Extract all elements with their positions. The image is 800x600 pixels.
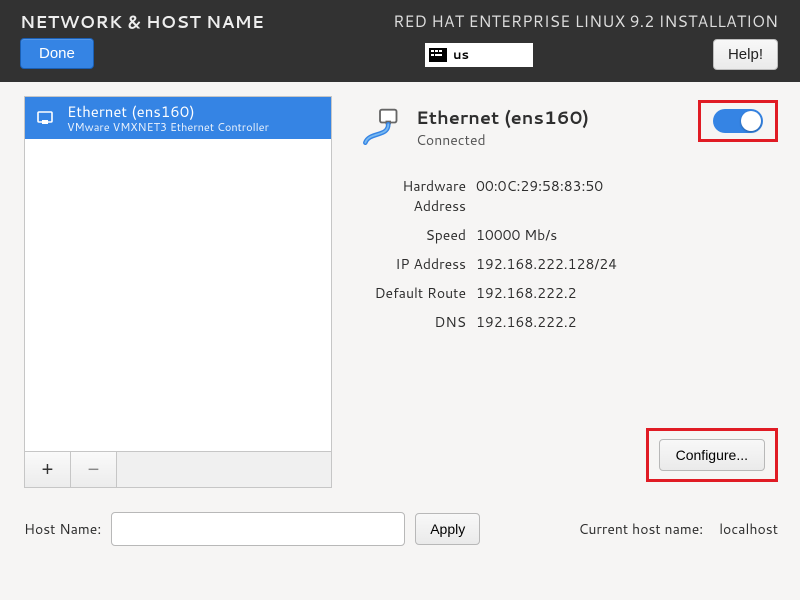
label-ip: IP Address xyxy=(352,254,466,274)
help-button[interactable]: Help! xyxy=(713,39,778,70)
current-hostname-label: Current host name: xyxy=(578,519,703,539)
content: Ethernet (ens160) VMware VMXNET3 Etherne… xyxy=(0,82,800,556)
add-interface-button[interactable]: + xyxy=(25,452,71,487)
product-title: RED HAT ENTERPRISE LINUX 9.2 INSTALLATIO… xyxy=(393,10,778,33)
hostname-label: Host Name: xyxy=(24,519,101,539)
apply-hostname-button[interactable]: Apply xyxy=(415,513,480,545)
interface-enable-toggle[interactable] xyxy=(713,109,763,133)
remove-interface-button: − xyxy=(71,452,117,487)
ethernet-large-icon xyxy=(358,106,402,150)
top-row: Ethernet (ens160) VMware VMXNET3 Etherne… xyxy=(24,96,778,488)
label-speed: Speed xyxy=(352,225,466,245)
interface-item[interactable]: Ethernet (ens160) VMware VMXNET3 Etherne… xyxy=(25,97,331,139)
header: NETWORK & HOST NAME Done RED HAT ENTERPR… xyxy=(0,0,800,82)
value-speed: 10000 Mb/s xyxy=(476,225,778,245)
interface-detail-status: Connected xyxy=(416,130,589,150)
header-left: NETWORK & HOST NAME Done xyxy=(20,10,264,72)
value-dns: 192.168.222.2 xyxy=(476,312,778,332)
hostname-row: Host Name: Apply Current host name: loca… xyxy=(24,512,778,546)
interface-list-controls: + − xyxy=(24,452,332,488)
label-route: Default Route xyxy=(352,283,466,303)
configure-button[interactable]: Configure... xyxy=(659,439,765,471)
value-ip: 192.168.222.128/24 xyxy=(476,254,778,274)
keyboard-layout-button[interactable]: us xyxy=(425,43,533,67)
header-right: RED HAT ENTERPRISE LINUX 9.2 INSTALLATIO… xyxy=(393,10,778,72)
interface-detail-title: Ethernet (ens160) xyxy=(416,104,589,130)
ethernet-icon xyxy=(33,106,57,130)
interface-text: Ethernet (ens160) VMware VMXNET3 Etherne… xyxy=(67,103,269,133)
interface-properties: Hardware Address 00:0C:29:58:83:50 Speed… xyxy=(352,176,778,332)
interface-list[interactable]: Ethernet (ens160) VMware VMXNET3 Etherne… xyxy=(24,96,332,452)
done-button[interactable]: Done xyxy=(20,38,94,69)
label-hwaddr: Hardware Address xyxy=(352,176,466,216)
current-hostname-value: localhost xyxy=(719,519,778,539)
interface-details: Ethernet (ens160) Connected Hardware Add… xyxy=(352,96,778,488)
value-route: 192.168.222.2 xyxy=(476,283,778,303)
current-hostname: Current host name: localhost xyxy=(578,519,778,539)
iface-column: Ethernet (ens160) VMware VMXNET3 Etherne… xyxy=(24,96,332,488)
keyboard-layout-label: us xyxy=(453,46,469,64)
keyboard-icon xyxy=(429,48,447,62)
details-title-block: Ethernet (ens160) Connected xyxy=(416,104,589,150)
hostname-input[interactable] xyxy=(111,512,405,546)
interface-sub: VMware VMXNET3 Ethernet Controller xyxy=(67,121,269,133)
page-title: NETWORK & HOST NAME xyxy=(20,10,264,34)
toggle-highlight xyxy=(698,100,778,142)
label-dns: DNS xyxy=(352,312,466,332)
header-row2: us Help! xyxy=(425,39,778,70)
configure-highlight: Configure... xyxy=(646,428,778,482)
value-hwaddr: 00:0C:29:58:83:50 xyxy=(476,176,778,216)
